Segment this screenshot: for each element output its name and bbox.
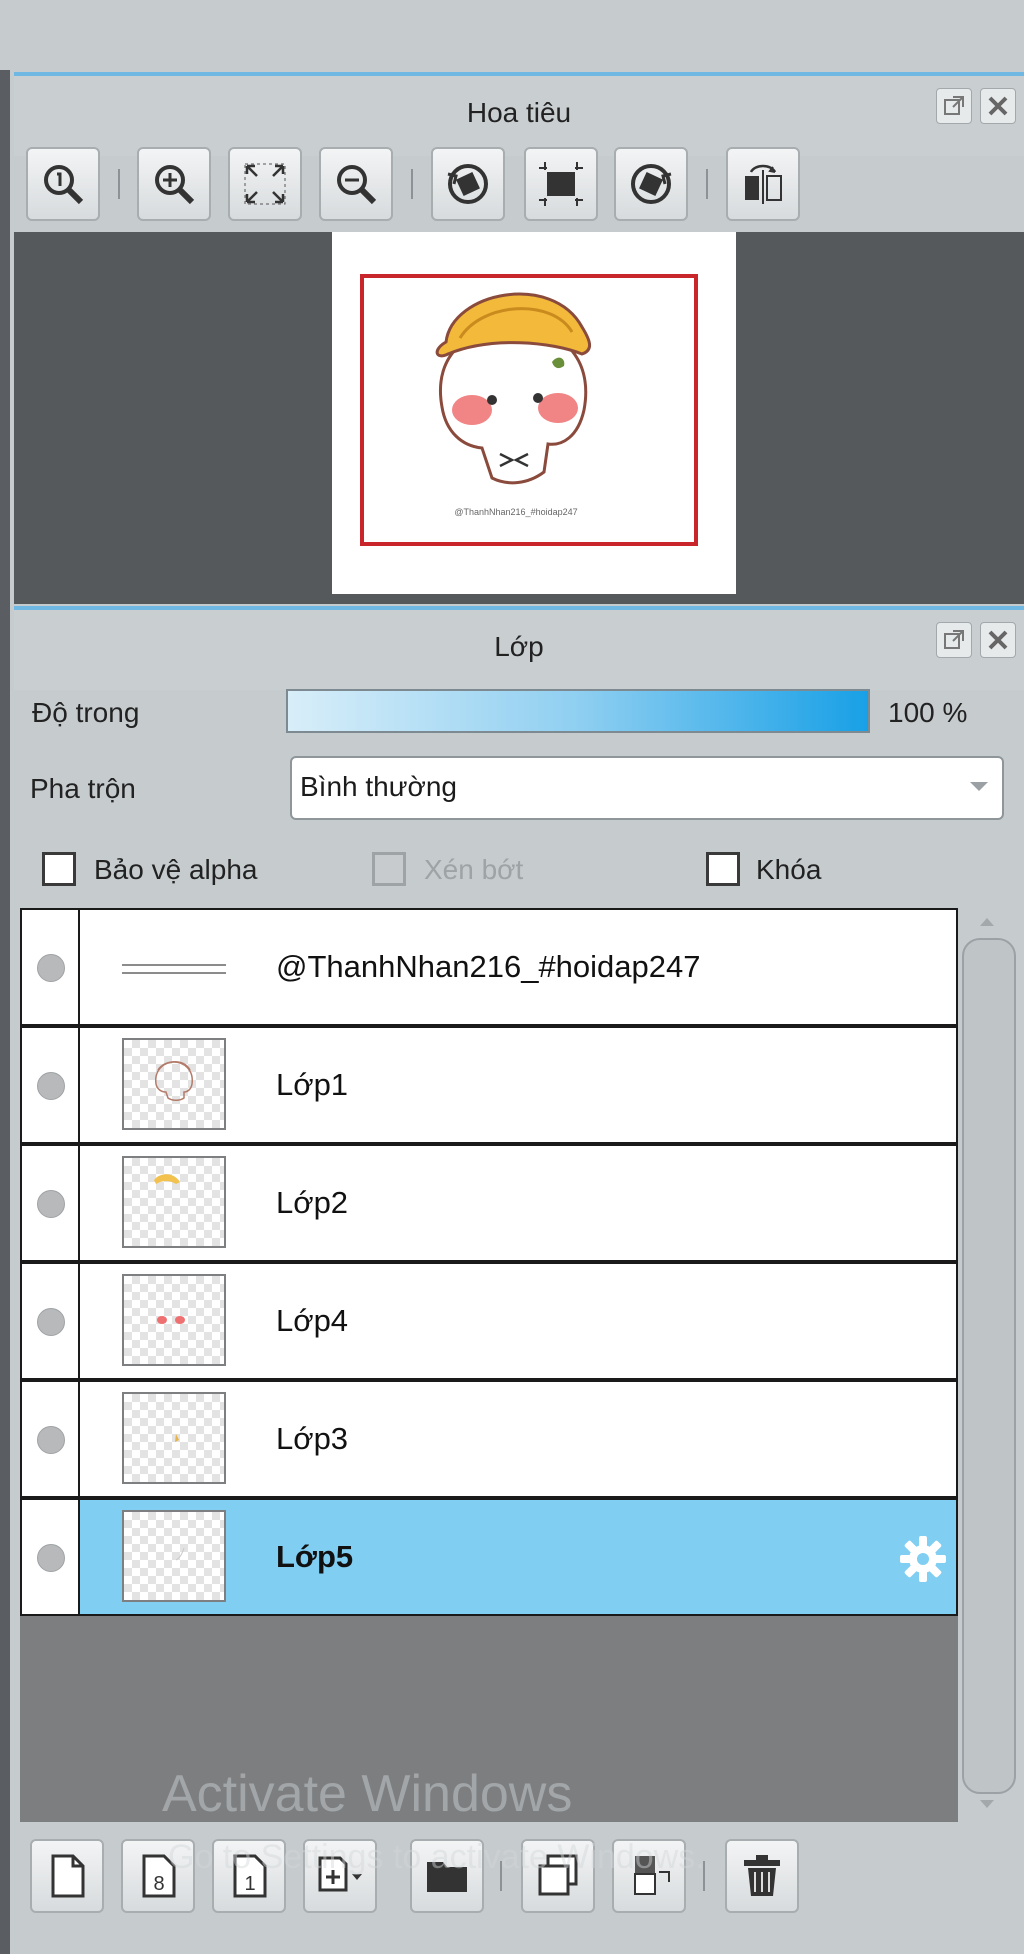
flip-horizontal-icon	[745, 164, 782, 204]
visibility-toggle[interactable]	[22, 1382, 80, 1496]
layer-row[interactable]: Lớp3	[20, 1380, 958, 1498]
blend-mode-select[interactable]: Bình thường	[290, 756, 1004, 820]
layer-list[interactable]: @ThanhNhan216_#hoidap247 Lớp1 Lớp2 Lớp4 …	[20, 908, 958, 1822]
lock-label: Khóa	[756, 854, 822, 885]
close-button[interactable]	[980, 622, 1016, 658]
popout-icon	[944, 630, 964, 649]
undock-button[interactable]	[936, 622, 972, 658]
rotate-right-icon	[631, 164, 672, 204]
layer-row[interactable]: Lớp1	[20, 1026, 958, 1144]
layer-row-selected[interactable]: Lớp5	[20, 1498, 958, 1616]
close-icon	[988, 96, 1008, 116]
toolbar-separator	[118, 169, 120, 199]
reset-view-button[interactable]	[524, 147, 598, 221]
protect-alpha-checkbox[interactable]	[42, 852, 76, 886]
close-button[interactable]	[980, 88, 1016, 124]
visibility-dot-icon	[37, 1544, 65, 1572]
visibility-dot-icon	[37, 1190, 65, 1218]
zoom-in-icon	[155, 165, 195, 205]
hat-thumbnail-icon	[154, 1174, 180, 1184]
layer-thumbnail	[122, 1156, 226, 1248]
visibility-dot-icon	[37, 1072, 65, 1100]
navigator-preview-area[interactable]: @ThanhNhan216_#hoidap247	[14, 232, 1024, 604]
chevron-down-icon	[970, 782, 988, 791]
layer-thumbnail	[122, 1274, 226, 1366]
flip-horizontal-button[interactable]	[726, 147, 800, 221]
detail-thumbnail-icon	[175, 1434, 179, 1442]
text-layer-thumbnail	[122, 964, 226, 974]
layer-name: Lớp4	[276, 1303, 349, 1338]
blend-mode-label: Pha trộn	[30, 773, 136, 804]
visibility-toggle[interactable]	[22, 1028, 80, 1142]
layer-thumbnail	[122, 1038, 226, 1130]
toolbar-separator	[411, 169, 413, 199]
protect-alpha-label: Bảo vệ alpha	[94, 854, 258, 885]
scroll-down-arrow-icon[interactable]	[980, 1800, 994, 1808]
undock-button[interactable]	[936, 88, 972, 124]
popout-icon	[944, 96, 964, 115]
zoom-actual-size-button[interactable]	[26, 147, 100, 221]
zoom-actual-size-icon	[44, 165, 84, 205]
lineart-thumbnail-icon	[155, 1061, 193, 1101]
close-icon	[988, 630, 1008, 650]
scroll-up-arrow-icon[interactable]	[980, 918, 994, 926]
clipping-checkbox	[372, 852, 406, 886]
fit-to-window-button[interactable]	[228, 147, 302, 221]
delete-layer-button[interactable]	[725, 1839, 799, 1913]
activate-windows-subtitle: Go to Settings to activate Windows.	[168, 1838, 705, 1876]
visibility-toggle[interactable]	[22, 1264, 80, 1378]
fit-to-window-icon	[244, 163, 286, 205]
layer-row-text[interactable]: @ThanhNhan216_#hoidap247	[20, 908, 958, 1026]
zoom-out-button[interactable]	[319, 147, 393, 221]
layer-name: Lớp1	[276, 1067, 349, 1102]
rotate-left-button[interactable]	[431, 147, 505, 221]
zoom-out-icon	[337, 165, 377, 205]
clipping-label: Xén bớt	[424, 854, 524, 885]
visibility-dot-icon	[37, 954, 65, 982]
navigator-header: Hoa tiêu	[14, 72, 1024, 156]
layers-header: Lớp	[14, 606, 1024, 690]
new-color-layer-icon	[51, 1854, 85, 1898]
layer-list-scrollbar[interactable]	[962, 938, 1016, 1794]
rotate-left-icon	[447, 164, 488, 204]
svg-text:8: 8	[153, 1873, 164, 1895]
lock-checkbox[interactable]	[706, 852, 740, 886]
layer-row[interactable]: Lớp4	[20, 1262, 958, 1380]
visibility-dot-icon	[37, 1426, 65, 1454]
layer-name: Lớp5	[276, 1539, 354, 1574]
layers-title: Lớp	[494, 631, 544, 662]
visibility-toggle[interactable]	[22, 1146, 80, 1260]
rotate-right-button[interactable]	[614, 147, 688, 221]
opacity-label: Độ trong	[32, 697, 140, 728]
layer-name: Lớp2	[276, 1185, 349, 1220]
navigator-canvas: @ThanhNhan216_#hoidap247	[332, 232, 736, 594]
cheeks-thumbnail-icon	[157, 1316, 185, 1324]
layer-row[interactable]: Lớp2	[20, 1144, 958, 1262]
left-dock-strip	[0, 70, 10, 1954]
layer-thumbnail	[122, 1392, 226, 1484]
reset-view-icon	[539, 162, 583, 206]
toolbar-separator	[706, 169, 708, 199]
visibility-toggle[interactable]	[22, 1500, 80, 1614]
layer-name: Lớp3	[276, 1421, 349, 1456]
sticker-drawing: @ThanhNhan216_#hoidap247	[435, 292, 591, 517]
opacity-slider[interactable]	[286, 689, 870, 733]
opacity-value: 100 %	[888, 697, 968, 728]
empty-thumbnail-icon	[175, 1547, 185, 1561]
new-color-layer-button[interactable]	[30, 1839, 104, 1913]
preview-caption: @ThanhNhan216_#hoidap247	[454, 507, 577, 517]
zoom-in-button[interactable]	[137, 147, 211, 221]
visibility-dot-icon	[37, 1308, 65, 1336]
activate-windows-title: Activate Windows	[162, 1765, 573, 1823]
blend-mode-value: Bình thường	[300, 771, 457, 802]
trash-icon	[744, 1855, 780, 1896]
gear-icon[interactable]	[898, 1534, 948, 1584]
layer-thumbnail	[122, 1510, 226, 1602]
visibility-toggle[interactable]	[22, 910, 80, 1024]
navigator-title: Hoa tiêu	[466, 97, 572, 128]
layer-name: @ThanhNhan216_#hoidap247	[276, 949, 701, 984]
